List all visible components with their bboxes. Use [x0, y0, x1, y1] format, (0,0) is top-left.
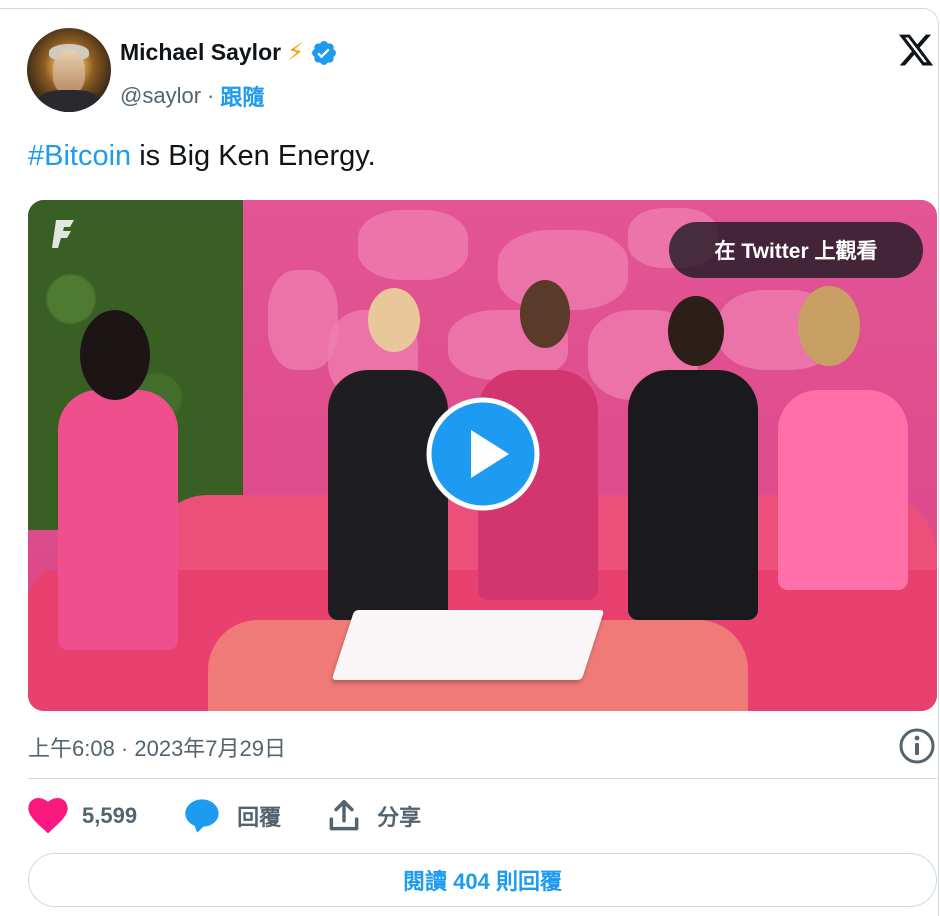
play-icon[interactable]: [425, 396, 541, 512]
share-button[interactable]: 分享: [325, 797, 421, 835]
reply-bubble-icon: [185, 799, 219, 833]
author-name-row[interactable]: Michael Saylor ⚡: [120, 38, 338, 67]
lightning-emoji: ⚡: [287, 39, 304, 66]
author-handle-row: @saylor · 跟隨: [120, 80, 264, 112]
share-upload-icon: [329, 800, 359, 831]
share-label: 分享: [377, 805, 422, 830]
watch-on-twitter-button[interactable]: 在 Twitter 上觀看: [669, 222, 923, 278]
divider: [28, 778, 937, 779]
action-bar: 5,599 回覆 分享: [28, 795, 465, 837]
verified-badge-icon: [311, 40, 336, 65]
video-player[interactable]: 在 Twitter 上觀看: [28, 200, 937, 711]
tweet-text-body: is Big Ken Energy.: [131, 140, 376, 172]
info-icon[interactable]: [898, 727, 936, 765]
author-handle[interactable]: @saylor: [120, 83, 201, 109]
avatar[interactable]: [27, 28, 111, 112]
tweet-timestamp[interactable]: 上午6:08 · 2023年7月29日: [28, 731, 286, 763]
author-name[interactable]: Michael Saylor: [120, 39, 281, 66]
x-logo-icon[interactable]: [896, 31, 936, 69]
hashtag-link[interactable]: #Bitcoin: [28, 140, 131, 172]
heart-icon: [28, 798, 68, 834]
follow-link[interactable]: 跟隨: [220, 80, 264, 112]
read-replies-button[interactable]: 閱讀 404 則回覆: [28, 853, 937, 907]
like-count: 5,599: [82, 803, 138, 828]
like-button[interactable]: 5,599: [28, 798, 137, 834]
reply-button[interactable]: 回覆: [181, 796, 281, 836]
tweet-text: #Bitcoin is Big Ken Energy.: [28, 140, 376, 173]
channel-logo-icon: [52, 220, 74, 248]
separator-dot: ·: [207, 83, 215, 108]
reply-label: 回覆: [237, 805, 282, 830]
video-chessboard: [331, 610, 605, 680]
